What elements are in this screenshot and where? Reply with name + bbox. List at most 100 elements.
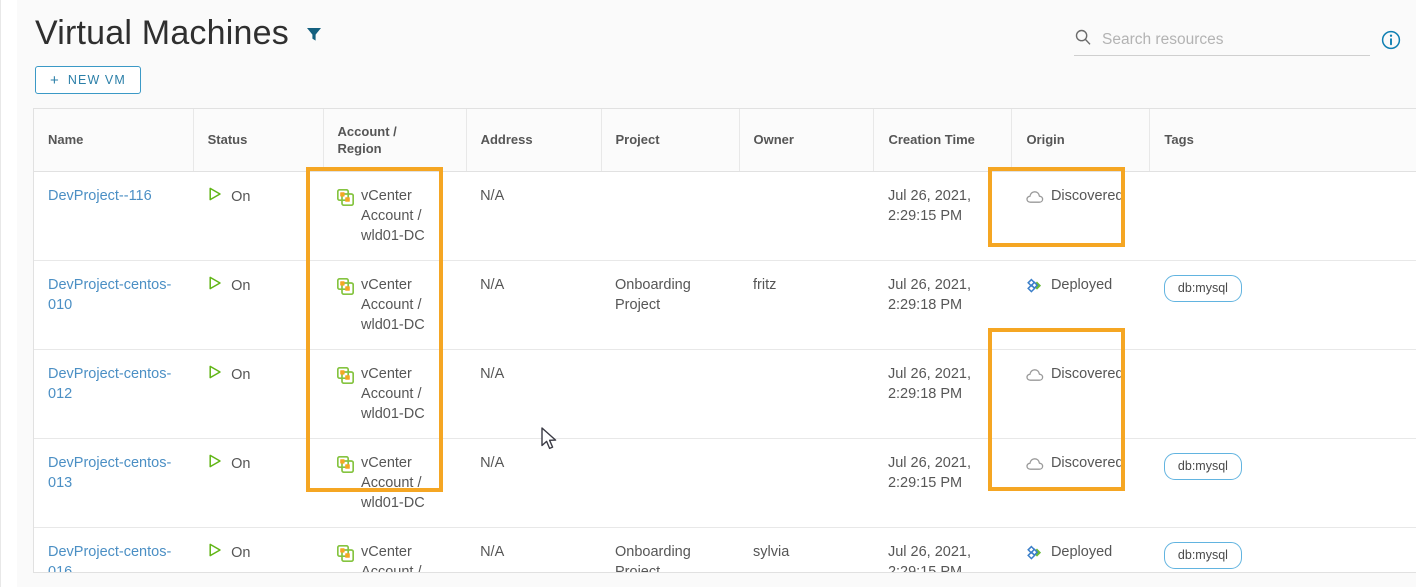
cloud-discovered-icon bbox=[1026, 190, 1044, 210]
cell-origin: Deployed bbox=[1012, 527, 1150, 572]
account-region-label: vCenter Account / wld01-DC bbox=[361, 365, 425, 422]
tag-pill[interactable]: db:mysql bbox=[1163, 452, 1242, 480]
cell-tags: db:mysql bbox=[1149, 438, 1416, 528]
cloud-discovered-icon bbox=[1026, 457, 1044, 477]
cell-name: DevProject-centos-016 bbox=[34, 527, 193, 573]
cell-origin: Discovered bbox=[1011, 349, 1150, 439]
cell-status: On bbox=[193, 260, 324, 350]
cell-owner: sylvia bbox=[753, 543, 790, 560]
cell-creation-time: Jul 26, 2021, 2:29:18 PM bbox=[873, 260, 1012, 350]
page-title: Virtual Machines bbox=[35, 14, 289, 52]
origin-value: Deployed bbox=[1026, 275, 1136, 301]
cell-tags: db:mysql bbox=[1149, 260, 1416, 350]
vm-name-link[interactable]: DevProject-centos-010 bbox=[48, 277, 171, 313]
cell-status: On bbox=[193, 349, 324, 439]
cell-account-region: vCenter Account / wld01-DC bbox=[323, 438, 467, 528]
account-region-value: vCenter Account / wld01-DC bbox=[336, 542, 452, 573]
cell-owner bbox=[739, 438, 874, 528]
account-region-value: vCenter Account / wld01-DC bbox=[336, 275, 452, 335]
column-header-address[interactable]: Address bbox=[466, 109, 602, 172]
vm-name-link[interactable]: DevProject-centos-013 bbox=[48, 455, 171, 491]
column-header-project[interactable]: Project bbox=[601, 109, 740, 172]
status-badge: On bbox=[207, 186, 309, 208]
tag-pill[interactable]: db:mysql bbox=[1163, 274, 1242, 302]
vcenter-account-icon bbox=[336, 455, 355, 479]
vm-table-container: Name Status Account / Region Address Proj… bbox=[33, 108, 1416, 573]
status-label: On bbox=[231, 188, 251, 205]
cell-creation-time: Jul 26, 2021, 2:29:18 PM bbox=[873, 349, 1012, 439]
cell-origin: Discovered bbox=[1011, 171, 1150, 261]
column-header-status[interactable]: Status bbox=[193, 109, 324, 172]
column-header-tags[interactable]: Tags bbox=[1149, 109, 1416, 172]
deployed-diamond-icon bbox=[1026, 277, 1044, 301]
cell-project bbox=[601, 171, 739, 261]
tag-pill[interactable]: db:mysql bbox=[1163, 541, 1242, 569]
column-header-name[interactable]: Name bbox=[34, 109, 194, 172]
cell-project bbox=[601, 349, 739, 439]
plus-icon: + bbox=[50, 71, 60, 89]
column-header-creation-time[interactable]: Creation Time bbox=[873, 109, 1013, 172]
column-header-account-region[interactable]: Account / Region bbox=[323, 109, 467, 172]
power-on-play-icon bbox=[207, 275, 223, 297]
vm-name-link[interactable]: DevProject-centos-016 bbox=[48, 544, 171, 573]
origin-value: Deployed bbox=[1026, 542, 1136, 568]
cell-address: N/A bbox=[466, 260, 602, 350]
cell-tags bbox=[1149, 349, 1416, 439]
account-region-label: vCenter Account / wld01-DC bbox=[361, 543, 422, 573]
table-row[interactable]: DevProject--116 On vCenter Account / wld… bbox=[34, 171, 1416, 261]
cell-name: DevProject--116 bbox=[34, 171, 194, 261]
column-header-origin[interactable]: Origin bbox=[1011, 109, 1151, 172]
cell-tags: db:mysql bbox=[1150, 527, 1416, 572]
table-row[interactable]: DevProject-centos-016 On vCenter Account… bbox=[34, 527, 1416, 573]
cell-address: N/A bbox=[466, 438, 602, 528]
search-icon bbox=[1074, 28, 1092, 51]
cell-account-region: vCenter Account / wld01-DC bbox=[323, 349, 467, 439]
status-label: On bbox=[231, 277, 251, 294]
cloud-discovered-icon bbox=[1026, 368, 1044, 388]
filter-funnel-icon[interactable] bbox=[303, 23, 325, 50]
account-region-label-line1: Account / bbox=[337, 123, 397, 139]
cell-status: On bbox=[193, 171, 324, 261]
cell-creation-time: Jul 26, 2021, 2:29:15 PM bbox=[887, 543, 971, 573]
table-row[interactable]: DevProject-centos-010 On vCenter Account… bbox=[34, 260, 1416, 350]
vm-name-link[interactable]: DevProject--116 bbox=[48, 188, 152, 204]
header-row: Name Status Account / Region Address Proj… bbox=[34, 109, 1416, 172]
vcenter-account-icon bbox=[336, 544, 355, 568]
origin-label: Discovered bbox=[1050, 187, 1124, 204]
cell-account-region: vCenter Account / wld01-DC bbox=[323, 527, 466, 573]
cell-origin: Deployed bbox=[1011, 260, 1150, 350]
new-vm-button[interactable]: + NEW VM bbox=[35, 66, 141, 94]
vm-name-link[interactable]: DevProject-centos-012 bbox=[48, 366, 171, 402]
cell-name: DevProject-centos-010 bbox=[34, 260, 194, 350]
cell-name: DevProject-centos-013 bbox=[34, 438, 194, 528]
status-label: On bbox=[231, 366, 251, 383]
cell-status: On bbox=[193, 438, 324, 528]
cell-owner bbox=[739, 349, 874, 439]
vcenter-account-icon bbox=[336, 188, 355, 212]
cell-origin: Discovered bbox=[1011, 438, 1150, 528]
cell-name: DevProject-centos-012 bbox=[34, 349, 194, 439]
page-content: Virtual Machines Search resources + NEW … bbox=[17, 0, 1416, 587]
action-bar: + NEW VM bbox=[17, 66, 1416, 94]
column-header-owner[interactable]: Owner bbox=[739, 109, 875, 172]
status-badge: On bbox=[207, 364, 309, 386]
info-circle-icon[interactable] bbox=[1380, 29, 1402, 56]
cell-owner: fritz bbox=[739, 260, 874, 350]
status-label: On bbox=[231, 455, 251, 472]
status-label: On bbox=[231, 544, 251, 561]
origin-label: Deployed bbox=[1050, 543, 1113, 560]
cell-address: N/A bbox=[480, 543, 505, 560]
origin-label: Discovered bbox=[1050, 365, 1124, 382]
title-group: Virtual Machines bbox=[17, 14, 325, 52]
search-input[interactable] bbox=[1102, 30, 1370, 49]
search-box[interactable] bbox=[1074, 28, 1370, 56]
cell-project bbox=[601, 438, 739, 528]
account-region-label-line2: Region bbox=[337, 140, 382, 156]
vm-table: Name Status Account / Region Address Proj… bbox=[34, 109, 1416, 573]
table-row[interactable]: DevProject-centos-012 On vCenter Account… bbox=[34, 349, 1416, 439]
cell-account-region: vCenter Account / wld01-DC bbox=[323, 260, 467, 350]
account-region-value: vCenter Account / wld01-DC bbox=[336, 364, 452, 424]
table-row[interactable]: DevProject-centos-013 On vCenter Account… bbox=[34, 438, 1416, 528]
search-area bbox=[1074, 28, 1416, 56]
new-vm-label: NEW VM bbox=[67, 73, 126, 87]
